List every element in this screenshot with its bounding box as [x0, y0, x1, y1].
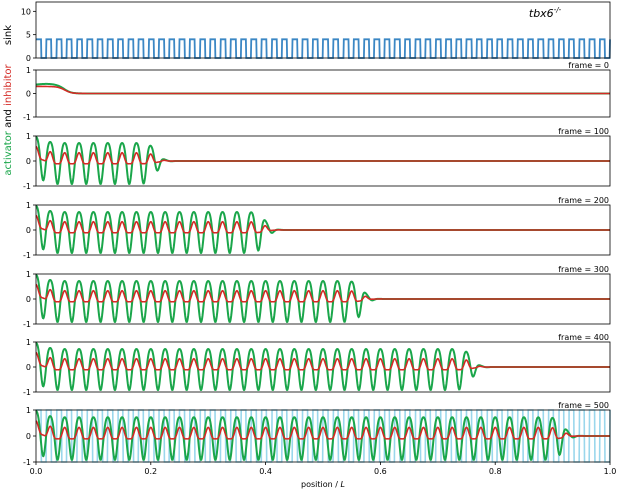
sink-series-line — [36, 38, 611, 59]
x-tick-label: 1.0 — [604, 467, 617, 476]
panel-4: frame = 300 1 0 -1 — [23, 265, 611, 329]
y-axis-label-activator-inhibitor: activator and inhibitor — [3, 63, 14, 175]
y-tick-label: -1 — [23, 113, 31, 122]
y-tick-label: 1 — [26, 66, 31, 75]
x-tick-label: 0.0 — [30, 467, 43, 476]
panel-0: 0 5 10 — [21, 1, 611, 63]
y-tick-label: 0 — [26, 295, 31, 304]
inhibitor-series-line — [36, 85, 610, 95]
y-tick-label: -1 — [23, 182, 31, 191]
y-tick-label: 1 — [26, 270, 31, 279]
y-tick-label: 1 — [26, 406, 31, 415]
ylabel-inhibitor: inhibitor — [3, 63, 14, 105]
chart-title-main: tbx6 — [529, 7, 554, 20]
frame-label: frame = 200 — [558, 196, 609, 205]
y-tick-label: 0 — [26, 54, 31, 63]
x-axis-ticks: 0.0 0.2 0.4 0.6 0.8 1.0 — [30, 462, 617, 476]
x-tick-label: 0.8 — [489, 467, 502, 476]
y-tick-label: 10 — [21, 7, 31, 16]
frame-label: frame = 400 — [558, 333, 609, 342]
panel-1: frame = 0 1 0 -1 — [23, 61, 611, 122]
ylabel-activator: activator — [3, 130, 14, 175]
y-tick-label: -1 — [23, 320, 31, 329]
y-tick-label: 0 — [26, 363, 31, 372]
chart-title: tbx6-/- — [529, 6, 562, 20]
chart-figure: 0510frame = 010-1frame = 10010-1frame = … — [3, 1, 617, 489]
panel-3: frame = 200 1 0 -1 — [23, 196, 611, 260]
frame-label: frame = 0 — [568, 61, 609, 70]
x-axis-label-var: L — [341, 480, 345, 489]
x-tick-label: 0.4 — [259, 467, 272, 476]
frame-label: frame = 500 — [558, 401, 609, 410]
y-axis-label-sink-text: sink — [3, 25, 14, 45]
inhibitor-series-line — [35, 351, 610, 371]
y-tick-label: 1 — [26, 201, 31, 210]
x-axis-label-text: position / — [301, 480, 340, 489]
y-tick-label: -1 — [23, 251, 31, 260]
y-tick-label: 0 — [26, 226, 31, 235]
panel-2: frame = 100 1 0 -1 — [23, 127, 611, 191]
frame-label: frame = 100 — [558, 127, 609, 136]
y-tick-label: -1 — [23, 388, 31, 397]
inhibitor-series-line — [35, 283, 610, 303]
y-tick-label: 0 — [26, 90, 31, 99]
x-axis-label: position / L — [301, 480, 345, 489]
activator-series-line — [35, 82, 610, 95]
ylabel-and: and — [3, 109, 14, 128]
y-tick-label: 1 — [26, 132, 31, 141]
x-tick-label: 0.2 — [144, 467, 157, 476]
y-tick-label: 0 — [26, 432, 31, 441]
y-axis-label-sink: sink — [3, 25, 14, 45]
y-tick-label: 1 — [26, 338, 31, 347]
frame-label: frame = 300 — [558, 265, 609, 274]
x-tick-label: 0.6 — [374, 467, 387, 476]
chart-title-sup: -/- — [554, 6, 562, 14]
panel-5: frame = 400 1 0 -1 — [23, 333, 611, 397]
panel-6: frame = 500 1 0 -1 — [23, 401, 611, 467]
y-tick-label: 5 — [26, 31, 31, 40]
inhibitor-series-line — [35, 214, 610, 234]
panels-group: 0510frame = 010-1frame = 10010-1frame = … — [21, 1, 611, 467]
y-tick-label: 0 — [26, 157, 31, 166]
inhibitor-series-line — [35, 145, 610, 165]
svg-text:activator and inhibitor: activator and inhibitor — [3, 63, 14, 175]
y-tick-label: -1 — [23, 458, 31, 467]
